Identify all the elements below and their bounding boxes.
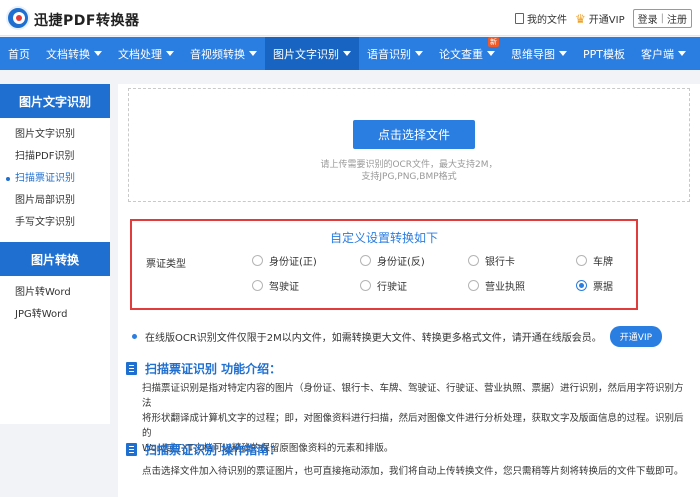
document-icon	[126, 443, 137, 456]
sidebar-item-image-ocr[interactable]: 图片文字识别	[0, 124, 110, 146]
top-links: 我的文件 ♛ 开通VIP 登录 | 注册	[515, 9, 692, 28]
radio-button[interactable]	[252, 255, 263, 266]
radio-button[interactable]	[468, 255, 479, 266]
radio-button[interactable]	[468, 280, 479, 291]
chevron-down-icon	[415, 51, 423, 56]
login-link[interactable]: 登录	[638, 11, 658, 26]
main-content: 点击选择文件 请上传需要识别的OCR文件，最大支持2M， 支持JPG,PNG,B…	[118, 84, 700, 497]
radio-button[interactable]	[252, 280, 263, 291]
option-business-license[interactable]: 营业执照	[468, 278, 525, 293]
sidebar-list-image-convert: 图片转Word JPG转Word	[0, 276, 110, 334]
conversion-settings-panel: 自定义设置转换如下 票证类型 身份证(正) 身份证(反) 银行卡 车牌 驾驶证 …	[130, 219, 638, 310]
chevron-down-icon	[94, 51, 102, 56]
document-icon	[126, 362, 137, 375]
sidebar-item-handwriting[interactable]: 手写文字识别	[0, 212, 110, 234]
nav-image-ocr[interactable]: 图片文字识别	[265, 37, 359, 70]
settings-title: 自定义设置转换如下	[329, 231, 438, 245]
radio-button-checked[interactable]	[576, 280, 587, 291]
nav-ppt[interactable]: PPT模板	[575, 37, 633, 70]
guide-paragraph: 点击选择文件加入待识别的票证图片，也可直接拖动添加，我们将自动上传转换文件，您只…	[142, 466, 684, 477]
chevron-down-icon	[678, 51, 686, 56]
upload-hint-format: 支持JPG,PNG,BMP格式	[361, 172, 457, 182]
ticket-type-label: 票证类型	[146, 259, 186, 270]
option-vehicle-license[interactable]: 行驶证	[360, 278, 407, 293]
sidebar-item-scan-ticket[interactable]: 扫描票证识别	[0, 168, 110, 190]
select-file-button[interactable]: 点击选择文件	[353, 120, 475, 149]
crown-icon: ♛	[575, 11, 586, 26]
document-icon	[515, 13, 525, 24]
chevron-down-icon	[559, 51, 567, 56]
intro-heading: 扫描票证识别 功能介绍：	[126, 360, 281, 377]
login-register-box: 登录 | 注册	[632, 9, 692, 28]
nav-av-convert[interactable]: 音视频转换	[182, 37, 265, 70]
sidebar: 图片文字识别 图片文字识别 扫描PDF识别 扫描票证识别 图片局部识别 手写文字…	[0, 84, 110, 424]
option-driver-license[interactable]: 驾驶证	[252, 278, 299, 293]
sidebar-item-image-to-word[interactable]: 图片转Word	[0, 282, 110, 304]
main-nav: 首页 文档转换 文档处理 音视频转换 图片文字识别 语音识别 论文查重新 思维导…	[0, 37, 700, 70]
nav-mindmap[interactable]: 思维导图	[503, 37, 575, 70]
notice-text: 在线版OCR识别文件仅限于2M以内文件，如需转换更大文件、转换更多格式文件，请开…	[145, 332, 602, 344]
option-license-plate[interactable]: 车牌	[576, 253, 613, 268]
open-vip-button[interactable]: 开通VIP	[609, 325, 663, 347]
my-files-link[interactable]: 我的文件	[515, 11, 567, 26]
sidebar-heading-ocr: 图片文字识别	[0, 84, 110, 118]
sidebar-list-ocr: 图片文字识别 扫描PDF识别 扫描票证识别 图片局部识别 手写文字识别	[0, 118, 110, 242]
brand-name[interactable]: 迅捷PDF转换器	[34, 10, 139, 30]
register-link[interactable]: 注册	[667, 11, 687, 26]
sidebar-item-scan-pdf[interactable]: 扫描PDF识别	[0, 146, 110, 168]
option-bank-card[interactable]: 银行卡	[468, 253, 515, 268]
upload-dropzone[interactable]: 点击选择文件 请上传需要识别的OCR文件，最大支持2M， 支持JPG,PNG,B…	[128, 88, 690, 202]
chevron-down-icon	[487, 51, 495, 56]
sidebar-item-jpg-to-word[interactable]: JPG转Word	[0, 304, 110, 326]
sidebar-heading-image-convert: 图片转换	[0, 242, 110, 276]
vip-label: 开通VIP	[588, 15, 625, 26]
nav-doc-process[interactable]: 文档处理	[110, 37, 182, 70]
sidebar-item-partial-ocr[interactable]: 图片局部识别	[0, 190, 110, 212]
brand-logo-icon[interactable]	[6, 6, 30, 30]
option-receipt[interactable]: 票据	[576, 278, 613, 293]
nav-doc-convert[interactable]: 文档转换	[38, 37, 110, 70]
my-files-label: 我的文件	[527, 15, 568, 26]
option-id-back[interactable]: 身份证(反)	[360, 253, 425, 268]
chevron-down-icon	[166, 51, 174, 56]
new-badge: 新	[488, 37, 499, 47]
option-id-front[interactable]: 身份证(正)	[252, 253, 317, 268]
guide-heading: 扫描票证识别 操作指南：	[126, 441, 281, 458]
nav-paper-check[interactable]: 论文查重新	[431, 37, 503, 70]
size-limit-notice: 在线版OCR识别文件仅限于2M以内文件，如需转换更大文件、转换更多格式文件，请开…	[128, 324, 690, 348]
chevron-down-icon	[249, 51, 257, 56]
nav-home[interactable]: 首页	[0, 37, 38, 70]
nav-speech[interactable]: 语音识别	[359, 37, 431, 70]
nav-client[interactable]: 客户端	[633, 37, 694, 70]
radio-button[interactable]	[576, 255, 587, 266]
vip-link[interactable]: ♛ 开通VIP	[575, 11, 625, 27]
top-header: 迅捷PDF转换器 我的文件 ♛ 开通VIP 登录 | 注册	[0, 0, 700, 36]
bullet-icon	[132, 333, 137, 339]
chevron-down-icon	[343, 51, 351, 56]
radio-button[interactable]	[360, 280, 371, 291]
radio-button[interactable]	[360, 255, 371, 266]
